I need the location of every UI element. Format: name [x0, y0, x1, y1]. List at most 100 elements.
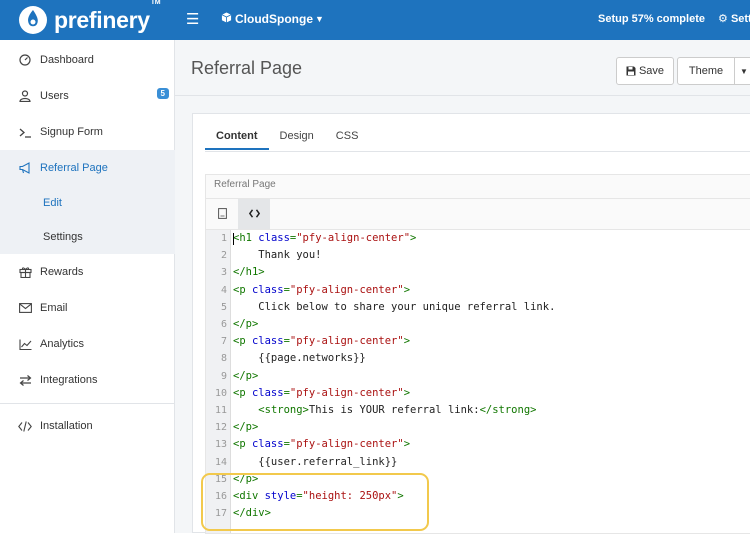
code-text: <strong>This is YOUR referral link:</str… — [258, 404, 537, 416]
line-number: 10 — [214, 387, 227, 399]
code-line: 12 </p> — [206, 419, 750, 436]
code-line: 11 <strong>This is YOUR referral link:</… — [206, 402, 750, 419]
logo[interactable]: prefineryTM — [18, 0, 161, 36]
code-line: 6 </p> — [206, 316, 750, 333]
text-cursor — [233, 233, 234, 245]
line-number: 5 — [220, 301, 227, 313]
sidebar-item-analytics[interactable]: Analytics — [0, 326, 175, 362]
gear-icon: ⚙ — [718, 13, 728, 25]
sidebar-item-label: Rewards — [40, 266, 84, 278]
save-button[interactable]: Save — [616, 57, 674, 85]
code-icon — [18, 420, 32, 432]
line-number: 13 — [214, 439, 227, 451]
sidebar-item-label: Referral Page — [40, 162, 108, 174]
line-number: 2 — [220, 250, 227, 262]
code-line: 5 Click below to share your unique refer… — [206, 299, 750, 316]
logo-text: prefineryTM — [54, 0, 161, 33]
line-number: 3 — [220, 267, 227, 279]
line-number: 1 — [220, 233, 227, 244]
caret-down-icon: ▼ — [315, 14, 324, 24]
account-name: CloudSponge — [235, 12, 313, 26]
sidebar-item-label: Integrations — [40, 374, 98, 386]
line-number: 12 — [214, 422, 227, 434]
tabs-divider — [205, 151, 750, 152]
content-panel: Content Design CSS Referral Page 1 <h1 cl… — [192, 113, 750, 534]
visual-mode-button[interactable] — [206, 199, 238, 230]
sidebar-item-installation[interactable]: Installation — [0, 408, 175, 444]
code-line: 7 <p class="pfy-align-center"> — [206, 333, 750, 350]
sidebar-item-referral-page[interactable]: Referral Page — [0, 150, 175, 186]
sidebar-item-label: Dashboard — [40, 54, 94, 66]
sidebar-item-rewards[interactable]: Rewards — [0, 254, 175, 290]
sidebar-item-label: Installation — [40, 420, 93, 432]
line-number: 6 — [220, 319, 227, 330]
code-text: <p class="pfy-align-center"> — [233, 386, 411, 399]
envelope-icon — [18, 303, 32, 313]
code-line: 10 <p class="pfy-align-center"> — [206, 385, 750, 402]
code-angle-icon — [248, 208, 260, 221]
sidebar-item-email[interactable]: Email — [0, 290, 175, 326]
sidebar-item-label: Email — [40, 302, 68, 314]
header-divider — [175, 95, 750, 96]
terminal-icon — [18, 127, 32, 138]
prefinery-logo-icon — [18, 5, 48, 35]
line-number: 7 — [220, 336, 227, 348]
top-bar: prefineryTM ☰ CloudSponge ▼ Setup 57% co… — [0, 0, 750, 40]
megaphone-icon — [18, 162, 32, 174]
code-text: </p> — [233, 421, 259, 434]
floppy-disk-icon — [626, 66, 636, 76]
document-icon — [217, 207, 227, 222]
account-switcher[interactable]: CloudSponge ▼ — [221, 12, 324, 26]
sidebar-item-dashboard[interactable]: Dashboard — [0, 42, 175, 78]
main-content: Referral Page Save Theme ▼ Content Desig… — [175, 40, 750, 534]
save-label: Save — [638, 65, 665, 77]
settings-label: Settings — [730, 13, 750, 25]
menu-icon[interactable]: ☰ — [186, 12, 199, 27]
sidebar-item-integrations[interactable]: Integrations — [0, 362, 175, 398]
code-text: <h1 class="pfy-align-center"> — [233, 232, 417, 244]
settings-menu[interactable]: ⚙ Settings — [718, 12, 750, 25]
code-text: {{page.networks}} — [233, 352, 366, 365]
tab-content[interactable]: Content — [205, 130, 269, 150]
sidebar-item-users[interactable]: Users 5 — [0, 78, 175, 114]
theme-dropdown-toggle[interactable]: ▼ — [734, 57, 750, 85]
sidebar-subitem-edit[interactable]: Edit — [0, 186, 175, 220]
sidebar-subitem-settings[interactable]: Settings — [0, 220, 175, 254]
code-text: {{user.referral_link}} — [233, 455, 398, 468]
line-number: 14 — [214, 456, 227, 468]
code-text: </h1> — [233, 266, 265, 279]
line-number: 4 — [220, 284, 227, 296]
code-line: 4 <p class="pfy-align-center"> — [206, 282, 750, 299]
code-mode-button[interactable] — [238, 199, 270, 230]
line-number: 8 — [220, 353, 227, 365]
code-line: 2 Thank you! — [206, 247, 750, 264]
code-line: 13 <p class="pfy-align-center"> — [206, 436, 750, 453]
line-number: 9 — [220, 370, 227, 382]
code-line: 3 </h1> — [206, 264, 750, 281]
cube-icon — [221, 12, 232, 26]
user-icon — [18, 90, 32, 102]
code-line: 8 {{page.networks}} — [206, 350, 750, 367]
gift-icon — [18, 266, 32, 278]
sidebar-divider — [0, 403, 175, 404]
code-text: <p class="pfy-align-center"> — [233, 335, 411, 348]
sidebar-item-label: Signup Form — [40, 126, 103, 138]
code-text: <p class="pfy-align-center"> — [233, 438, 411, 451]
editor-field-label: Referral Page — [205, 174, 750, 198]
dashboard-icon — [18, 54, 32, 66]
code-text: Thank you! — [233, 249, 322, 262]
tab-design[interactable]: Design — [269, 130, 325, 150]
code-text: </p> — [233, 318, 259, 330]
exchange-icon — [18, 374, 32, 386]
code-text: </p> — [233, 369, 259, 382]
sidebar-item-signup-form[interactable]: Signup Form — [0, 114, 175, 150]
tab-bar: Content Design CSS — [205, 130, 369, 150]
sidebar: Dashboard Users 5 Signup Form Referral P… — [0, 40, 175, 533]
editor-toolbar — [205, 198, 750, 230]
theme-button[interactable]: Theme — [677, 57, 735, 85]
setup-progress-link[interactable]: Setup 57% complete — [598, 13, 705, 25]
code-line: 14 {{user.referral_link}} — [206, 454, 750, 471]
tab-css[interactable]: CSS — [325, 130, 370, 150]
line-chart-icon — [18, 339, 32, 350]
page-title: Referral Page — [191, 58, 303, 78]
